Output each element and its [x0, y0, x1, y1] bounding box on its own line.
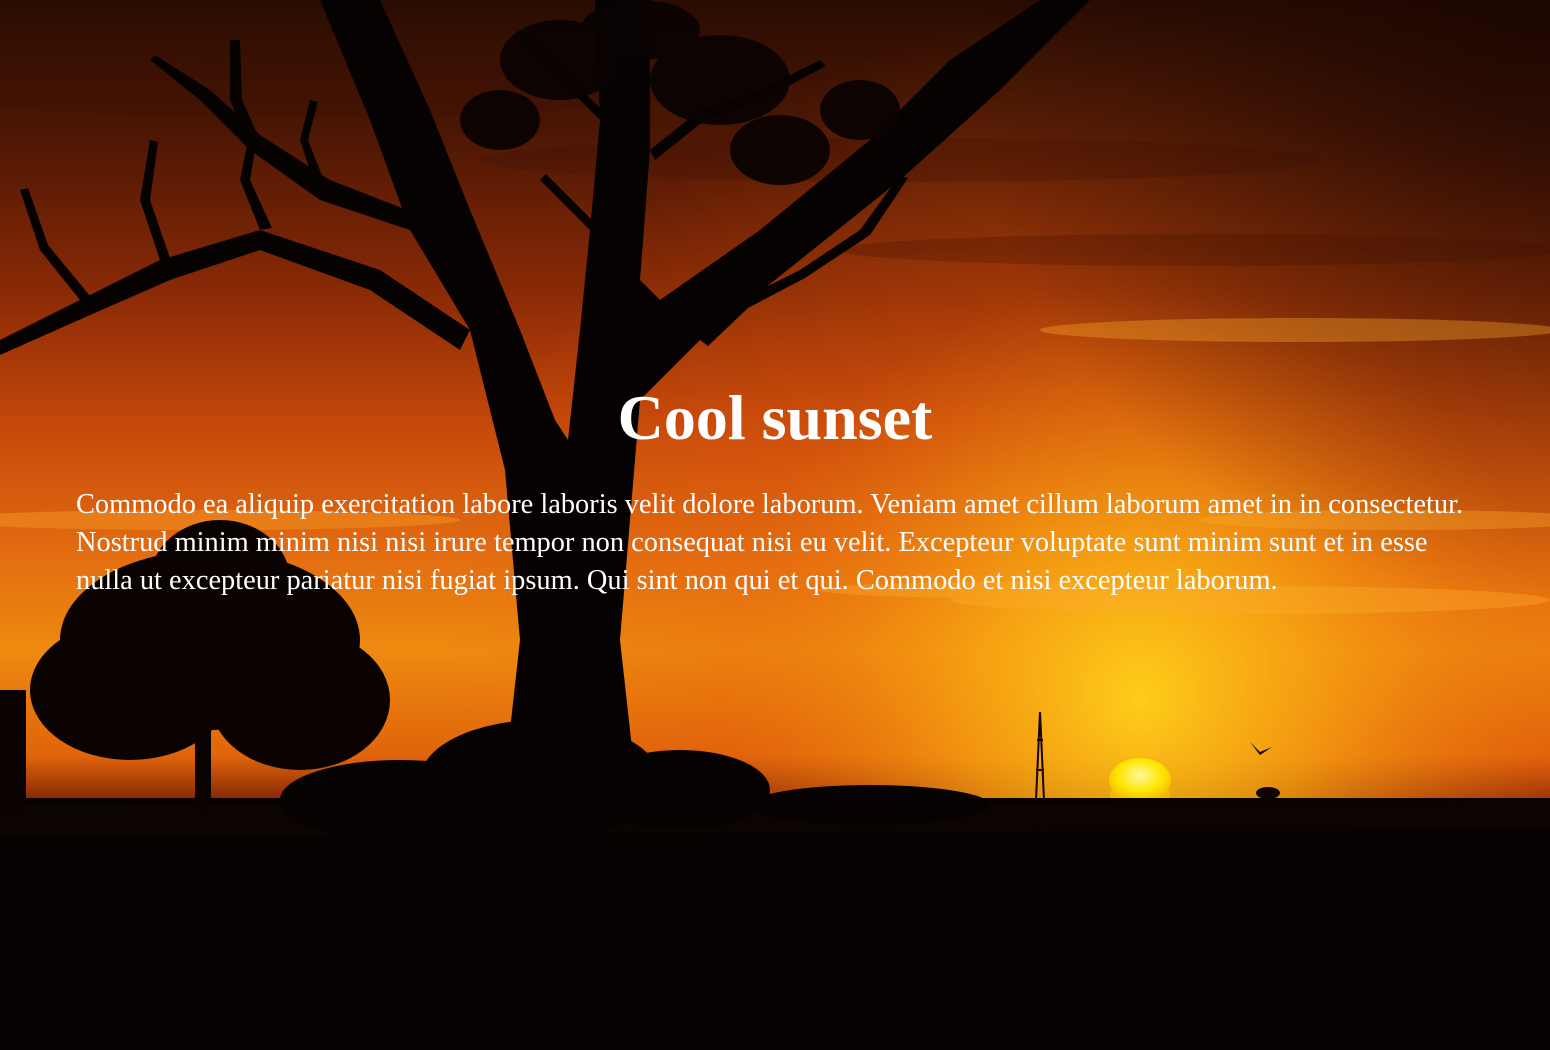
hero-section: Cool sunset Commodo ea aliquip exercitat… — [0, 0, 1550, 1050]
hero-content: Cool sunset Commodo ea aliquip exercitat… — [0, 0, 1550, 1050]
intro-paragraph: Commodo ea aliquip exercitation labore l… — [76, 489, 1464, 596]
page-title: Cool sunset — [617, 382, 933, 453]
